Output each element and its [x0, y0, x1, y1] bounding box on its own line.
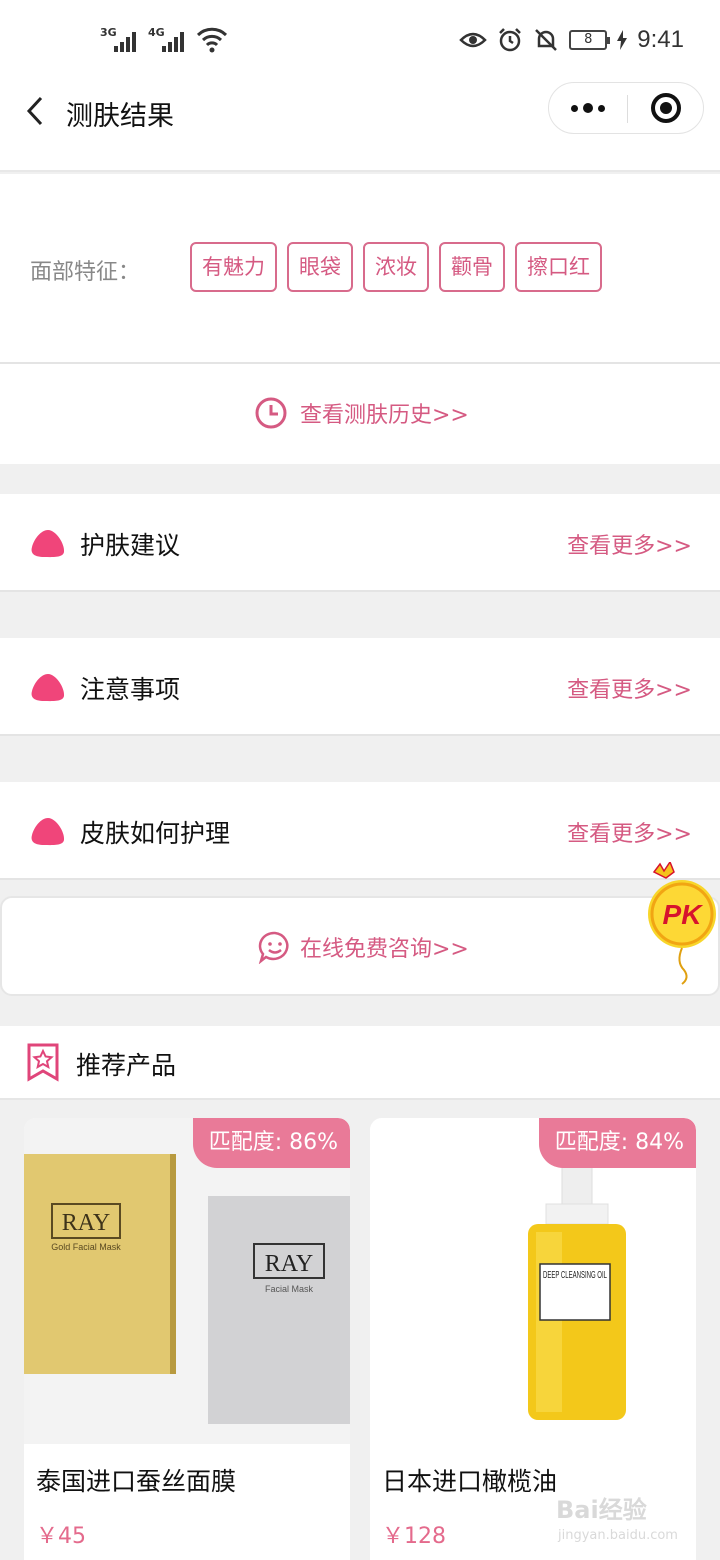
oil-label: DEEP CLEANSING OIL — [543, 1270, 607, 1281]
history-panel: 查看测肤历史>> — [0, 364, 720, 464]
feature-tag: 颧骨 — [439, 242, 505, 292]
close-miniapp-icon[interactable] — [651, 93, 681, 123]
signal-3g-icon: 3G — [100, 24, 140, 54]
product-card[interactable]: RAY Gold Facial Mask RAY Facial Mask 匹配度… — [24, 1118, 350, 1560]
battery-icon: 8 — [569, 30, 611, 50]
mask-sub-silver: Facial Mask — [265, 1284, 314, 1294]
pink-blob-icon — [31, 530, 65, 558]
watermark-url: jingyan.baidu.com — [558, 1528, 678, 1543]
wifi-icon — [196, 27, 228, 53]
skincare-advice-row[interactable]: 护肤建议 查看更多>> — [0, 494, 720, 592]
match-badge: 匹配度: 84% — [538, 1118, 696, 1168]
baidu-watermark-logo: Bai经验 jingyan.baidu.com — [556, 1490, 696, 1554]
free-consult-panel: 在线免费咨询>> — [0, 896, 720, 996]
clock-time: 9:41 — [637, 26, 684, 53]
pink-blob-icon — [31, 674, 65, 702]
alarm-icon — [499, 28, 522, 52]
feature-tags: 有魅力 眼袋 浓妆 颧骨 擦口红 — [190, 242, 602, 292]
mask-sub-gold: Gold Facial Mask — [51, 1242, 121, 1252]
nav-bar: 测肤结果 — [0, 80, 720, 172]
charging-icon — [617, 30, 628, 50]
free-consult-link[interactable]: 在线免费咨询>> — [258, 930, 469, 964]
miniapp-capsule — [548, 82, 704, 134]
facial-features-label: 面部特征： — [30, 260, 141, 285]
skin-care-howto-row[interactable]: 皮肤如何护理 查看更多>> — [0, 782, 720, 880]
product-price: ￥45 — [36, 1524, 86, 1549]
facial-features-panel: 面部特征： 有魅力 眼袋 浓妆 颧骨 擦口红 — [0, 174, 720, 364]
precautions-row[interactable]: 注意事项 查看更多>> — [0, 638, 720, 736]
mask-brand: RAY — [62, 1210, 110, 1236]
feature-tag: 擦口红 — [515, 242, 602, 292]
eye-icon — [459, 32, 488, 48]
feature-tag: 眼袋 — [287, 242, 353, 292]
product-name: 日本进口橄榄油 — [382, 1467, 558, 1496]
pk-label: PK — [663, 899, 704, 930]
section-title: 注意事项 — [80, 675, 181, 704]
view-more-link[interactable]: 查看更多>> — [567, 528, 692, 560]
mute-bell-icon — [535, 29, 558, 51]
page-title: 测肤结果 — [66, 101, 174, 132]
watermark-text: Bai经验 — [556, 1496, 647, 1524]
feature-tag: 有魅力 — [190, 242, 277, 292]
feature-tag: 浓妆 — [363, 242, 429, 292]
pink-blob-icon — [31, 818, 65, 846]
section-title: 皮肤如何护理 — [80, 819, 231, 848]
more-options-button[interactable] — [549, 83, 627, 133]
capsule-divider — [627, 95, 628, 123]
view-history-label: 查看测肤历史>> — [300, 403, 469, 428]
star-badge-icon — [27, 1043, 59, 1082]
status-bar: 3G 4G 8 9:41 — [0, 0, 720, 80]
match-badge: 匹配度: 86% — [192, 1118, 350, 1168]
product-name: 泰国进口蚕丝面膜 — [36, 1467, 237, 1496]
signal-group: 3G 4G — [100, 24, 228, 54]
section-title: 护肤建议 — [80, 531, 181, 560]
view-more-link[interactable]: 查看更多>> — [567, 672, 692, 704]
smile-chat-icon — [258, 931, 289, 964]
product-price: ￥128 — [382, 1524, 446, 1549]
clock-icon — [255, 397, 287, 429]
mask-brand-silver: RAY — [265, 1251, 313, 1277]
back-arrow-icon[interactable] — [22, 96, 52, 126]
free-consult-label: 在线免费咨询>> — [300, 937, 469, 962]
view-more-link[interactable]: 查看更多>> — [567, 816, 692, 848]
pk-balloon-button[interactable]: PK — [636, 862, 720, 986]
view-history-link[interactable]: 查看测肤历史>> — [254, 396, 469, 430]
recommended-title: 推荐产品 — [76, 1051, 177, 1080]
signal-4g-icon: 4G — [148, 24, 188, 54]
recommended-header: 推荐产品 — [0, 1026, 720, 1100]
status-right: 8 9:41 — [459, 26, 684, 54]
